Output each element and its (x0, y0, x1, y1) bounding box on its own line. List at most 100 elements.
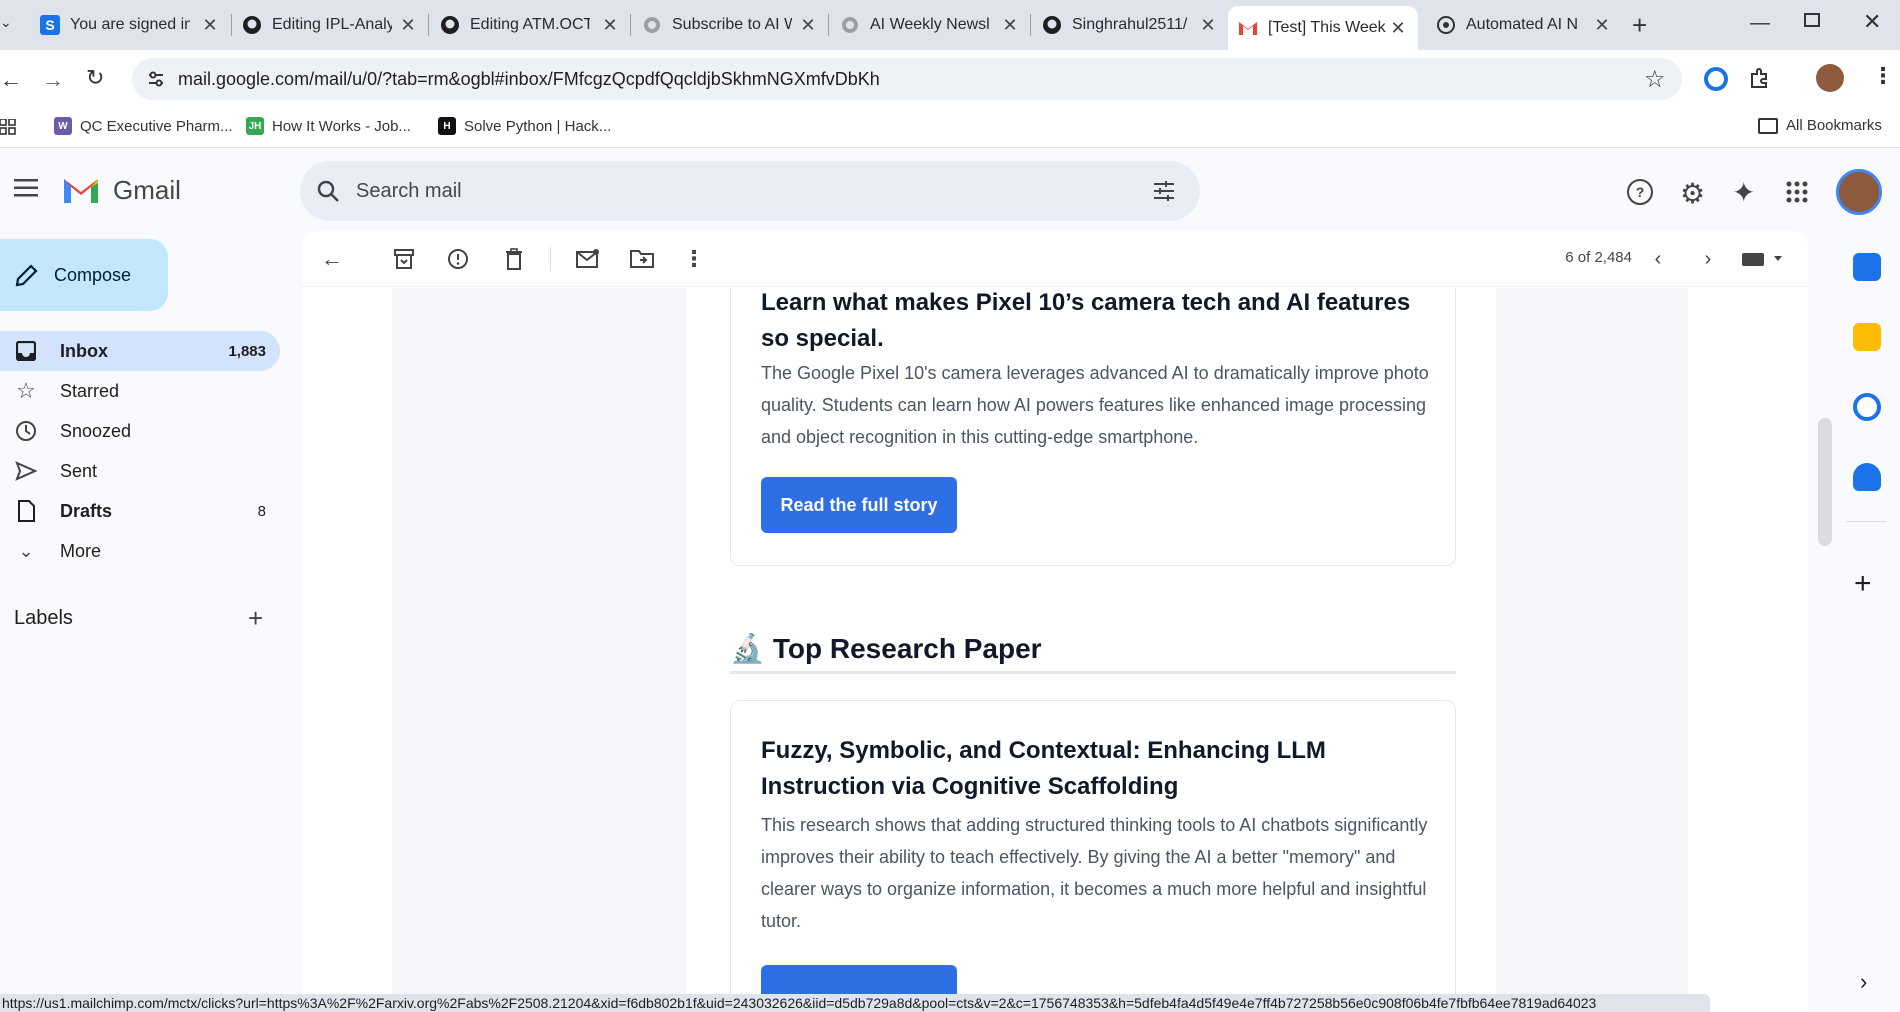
paper-title: Fuzzy, Symbolic, and Contextual: Enhanci… (761, 737, 1326, 800)
reload-icon[interactable]: ↻ (86, 65, 104, 91)
tab-title: Editing IPL-Analy (272, 16, 392, 33)
tab-search-chevron-icon[interactable]: ⌄ (0, 14, 14, 36)
tab-divider (428, 14, 429, 36)
bookmark-label: Solve Python | Hack... (464, 117, 612, 135)
nav-label: More (60, 540, 102, 561)
search-icon[interactable] (316, 179, 340, 203)
hamburger-menu-icon[interactable] (14, 179, 38, 197)
browser-tab-strip: ⌄ S You are signed in ✕ Editing IPL-Anal… (0, 0, 1900, 50)
close-icon[interactable]: ✕ (1000, 15, 1020, 35)
profile-avatar[interactable] (1816, 64, 1844, 92)
contacts-icon[interactable] (1853, 463, 1881, 491)
read-full-story-button[interactable]: Read the full story (761, 477, 957, 533)
nav-sent[interactable]: Sent (0, 451, 280, 491)
tab-3[interactable]: Editing ATM.OCT ✕ (430, 8, 630, 42)
tab-2[interactable]: Editing IPL-Analy ✕ (232, 8, 428, 42)
bookmark-how-it-works[interactable]: JH How It Works - Job... (246, 117, 411, 135)
nav-drafts[interactable]: Drafts 8 (0, 491, 280, 531)
tab-1[interactable]: S You are signed in ✕ (30, 8, 230, 42)
bookmark-favicon: JH (246, 117, 264, 135)
mark-unread-icon[interactable] (576, 247, 600, 271)
newer-chevron-icon[interactable]: ‹ (1646, 247, 1670, 271)
back-to-inbox-icon[interactable]: ← (320, 246, 344, 271)
back-arrow-icon[interactable]: ← (0, 67, 22, 93)
article-summary: The Google Pixel 10's camera leverages a… (761, 363, 1429, 447)
address-bar[interactable]: mail.google.com/mail/u/0/?tab=rm&ogbl#in… (132, 58, 1682, 100)
tab-6[interactable]: Singhrahul2511/ ✕ (1032, 8, 1228, 42)
settings-gear-icon[interactable]: ⚙ (1680, 177, 1705, 210)
inbox-icon (14, 339, 38, 363)
scrollbar-thumb[interactable] (1818, 418, 1832, 546)
keep-notes-icon[interactable] (1853, 323, 1881, 351)
extensions-puzzle-icon[interactable] (1748, 66, 1772, 90)
gmail-icon (1238, 18, 1258, 38)
calendar-icon[interactable] (1853, 253, 1881, 281)
help-icon[interactable]: ? (1626, 178, 1654, 206)
gemini-sparkle-icon[interactable]: ✦ (1732, 176, 1755, 209)
bookmark-star-icon[interactable]: ☆ (1644, 65, 1666, 94)
close-icon[interactable]: ✕ (798, 15, 818, 35)
close-icon[interactable]: ✕ (398, 15, 418, 35)
tab-title: Automated AI N (1466, 16, 1579, 33)
search-bar[interactable] (300, 161, 1200, 221)
move-to-folder-icon[interactable] (630, 247, 654, 271)
github-icon (440, 15, 460, 35)
add-label-button[interactable]: + (248, 603, 263, 634)
tab-4[interactable]: Subscribe to AI W ✕ (632, 8, 828, 42)
apps-grid-icon[interactable] (0, 119, 16, 135)
google-apps-icon[interactable] (1786, 181, 1808, 203)
reading-pane: ← ⋮ 6 of 2,484 ‹ › Learn what makes Pixe… (302, 231, 1808, 1012)
nav-inbox[interactable]: Inbox 1,883 (0, 331, 280, 371)
bookmark-hackerrank[interactable]: H Solve Python | Hack... (438, 117, 611, 135)
tasks-icon[interactable] (1853, 393, 1881, 421)
compose-button[interactable]: Compose (0, 239, 168, 311)
extension-q-icon[interactable] (1704, 67, 1728, 91)
nav-label: Inbox (60, 340, 108, 361)
site-settings-icon[interactable] (146, 69, 166, 89)
report-spam-icon[interactable] (446, 247, 470, 271)
older-chevron-icon[interactable]: › (1696, 247, 1720, 271)
all-bookmarks[interactable]: All Bookmarks (1758, 117, 1882, 134)
nav-more[interactable]: ⌄ More (0, 531, 280, 571)
forward-arrow-icon[interactable]: → (42, 67, 64, 93)
tab-7-active[interactable]: [Test] This Week ✕ (1228, 6, 1418, 50)
more-options-icon[interactable]: ⋮ (682, 246, 706, 271)
browser-menu-icon[interactable]: ⋮ (1872, 63, 1894, 89)
bookmark-label: How It Works - Job... (272, 117, 411, 135)
compose-label: Compose (54, 264, 132, 285)
newsletter-column: Learn what makes Pixel 10’s camera tech … (686, 288, 1496, 1012)
close-icon[interactable]: ✕ (1592, 15, 1612, 35)
nav-snoozed[interactable]: Snoozed (0, 411, 280, 451)
article-title: Learn what makes Pixel 10’s camera tech … (761, 289, 1411, 352)
delete-trash-icon[interactable] (502, 247, 526, 271)
nav-starred[interactable]: ☆ Starred (0, 371, 280, 411)
account-avatar[interactable] (1836, 169, 1882, 215)
archive-icon[interactable] (392, 247, 416, 271)
bookmarks-bar: W QC Executive Pharm... JH How It Works … (0, 108, 1900, 148)
search-options-icon[interactable] (1152, 179, 1176, 203)
tab-8[interactable]: Automated AI N ✕ (1426, 8, 1622, 42)
gmail-logo-icon[interactable] (62, 175, 100, 205)
restore-button[interactable] (1804, 13, 1820, 27)
input-tools-keyboard-icon[interactable] (1742, 251, 1786, 267)
gmail-logo-text: Gmail (113, 175, 181, 205)
new-tab-button[interactable]: + (1632, 10, 1647, 41)
close-icon[interactable]: ✕ (1198, 15, 1218, 35)
window-close-button[interactable]: ✕ (1863, 9, 1881, 35)
email-body-frame: Learn what makes Pixel 10’s camera tech … (392, 288, 1688, 1012)
section-heading: 🔬 Top Research Paper (730, 626, 1456, 674)
tab-5[interactable]: AI Weekly Newsl ✕ (830, 8, 1030, 42)
close-icon[interactable]: ✕ (600, 15, 620, 35)
tab-title: Singhrahul2511/ (1072, 16, 1188, 33)
expand-side-panel-chevron-icon[interactable]: › (1860, 969, 1867, 995)
bookmark-qc-executive[interactable]: W QC Executive Pharm... (54, 117, 233, 135)
close-icon[interactable]: ✕ (200, 15, 220, 35)
close-icon[interactable]: ✕ (1388, 18, 1408, 38)
search-input[interactable] (356, 177, 1116, 205)
minimize-button[interactable]: — (1750, 12, 1770, 35)
svg-text:?: ? (1636, 184, 1645, 200)
nav-label: Drafts (60, 500, 113, 521)
get-addons-plus-icon[interactable]: + (1854, 567, 1872, 601)
all-bookmarks-label: All Bookmarks (1786, 117, 1882, 134)
openai-icon (1436, 15, 1456, 35)
